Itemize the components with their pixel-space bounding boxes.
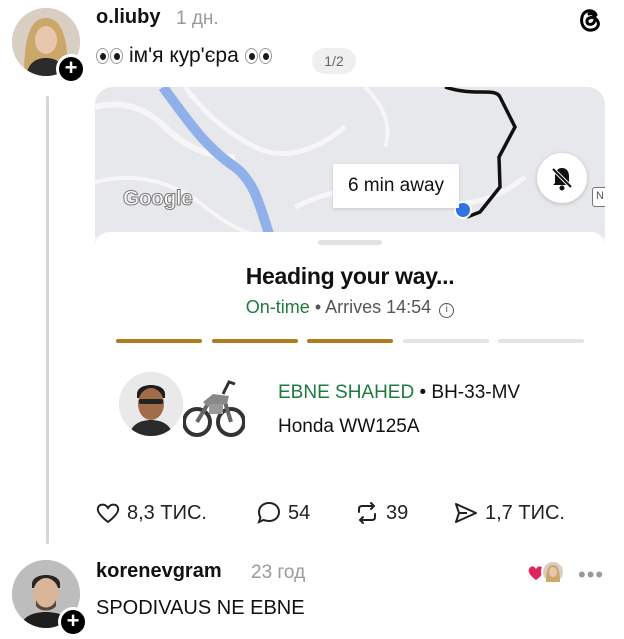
progress-segment [498, 339, 584, 343]
driver-info: EBNE SHAHED • BH-33-MV [278, 382, 520, 404]
arrives-label: • Arrives 14:54 [309, 297, 432, 317]
reply-timestamp: 23 год [251, 562, 306, 583]
progress-segment [402, 339, 489, 343]
reply-username[interactable]: korenevgram [96, 560, 222, 583]
comment-bubble-icon [257, 501, 281, 524]
trip-progress-bar [116, 339, 586, 343]
share-count: 1,7 ТИС. [485, 501, 565, 524]
mute-notifications-button[interactable] [537, 153, 587, 203]
like-count: 8,3 ТИС. [127, 501, 207, 524]
post-image-card[interactable]: Google 6 min away N Heading your way... … [95, 87, 605, 474]
liked-by-author-indicator [527, 559, 567, 587]
post-timestamp: 1 дн. [176, 8, 219, 29]
reply-text: SPODIVAUS NE EBNE [96, 597, 305, 619]
like-button[interactable]: 8,3 ТИС. [95, 500, 207, 526]
author-avatar-wrap[interactable]: + [12, 8, 86, 84]
threads-logo-icon[interactable] [576, 4, 604, 34]
eyes-emoji-icon [96, 48, 123, 64]
progress-segment [211, 339, 298, 343]
driver-name: EBNE SHAHED [278, 382, 415, 403]
comment-button[interactable]: 54 [256, 500, 310, 526]
info-icon[interactable]: i [439, 303, 455, 318]
reply-comment: + korenevgram 23 год SPODIVAUS NE EBNE •… [0, 548, 624, 639]
trip-heading: Heading your way... [245, 263, 455, 289]
repost-count: 39 [386, 501, 409, 524]
repost-icon [358, 502, 376, 524]
post-caption: ім'я кур'єра [96, 44, 272, 68]
map-roads [95, 87, 605, 241]
follow-plus-icon[interactable]: + [56, 54, 86, 84]
repost-button[interactable]: 39 [354, 500, 408, 526]
sheet-drag-handle[interactable] [318, 240, 382, 245]
progress-segment [307, 339, 393, 343]
license-plate: • BH-33-MV [414, 382, 521, 403]
bell-off-icon [551, 167, 573, 191]
map-view: Google 6 min away N [95, 87, 605, 241]
map-n-badge: N [592, 187, 605, 207]
ontime-label: On-time [245, 297, 310, 317]
author-username[interactable]: o.liuby [96, 6, 160, 29]
follow-plus-icon[interactable]: + [58, 607, 88, 637]
eta-chip: 6 min away [333, 164, 459, 208]
send-icon [455, 503, 477, 523]
more-options-icon[interactable]: ••• [578, 562, 604, 588]
arrival-status: On-time • Arrives 14:54 i [95, 297, 605, 318]
eyes-emoji-icon [244, 48, 272, 64]
trip-status-sheet: Heading your way... On-time • Arrives 14… [95, 232, 605, 474]
heart-icon [96, 503, 120, 524]
vehicle-model: Honda WW125A [278, 416, 420, 437]
thread-line [46, 96, 49, 544]
progress-segment [116, 339, 202, 343]
caption-text: ім'я кур'єра [129, 44, 239, 67]
share-button[interactable]: 1,7 ТИС. [453, 500, 565, 526]
driver-avatar [119, 372, 183, 436]
comment-count: 54 [288, 501, 311, 524]
motorbike-image [182, 364, 246, 444]
google-watermark: Google [122, 187, 193, 211]
image-pager-indicator: 1/2 [312, 48, 356, 74]
post: + o.liuby 1 дн. ім'я кур'єра 1/2 Google … [0, 0, 624, 544]
